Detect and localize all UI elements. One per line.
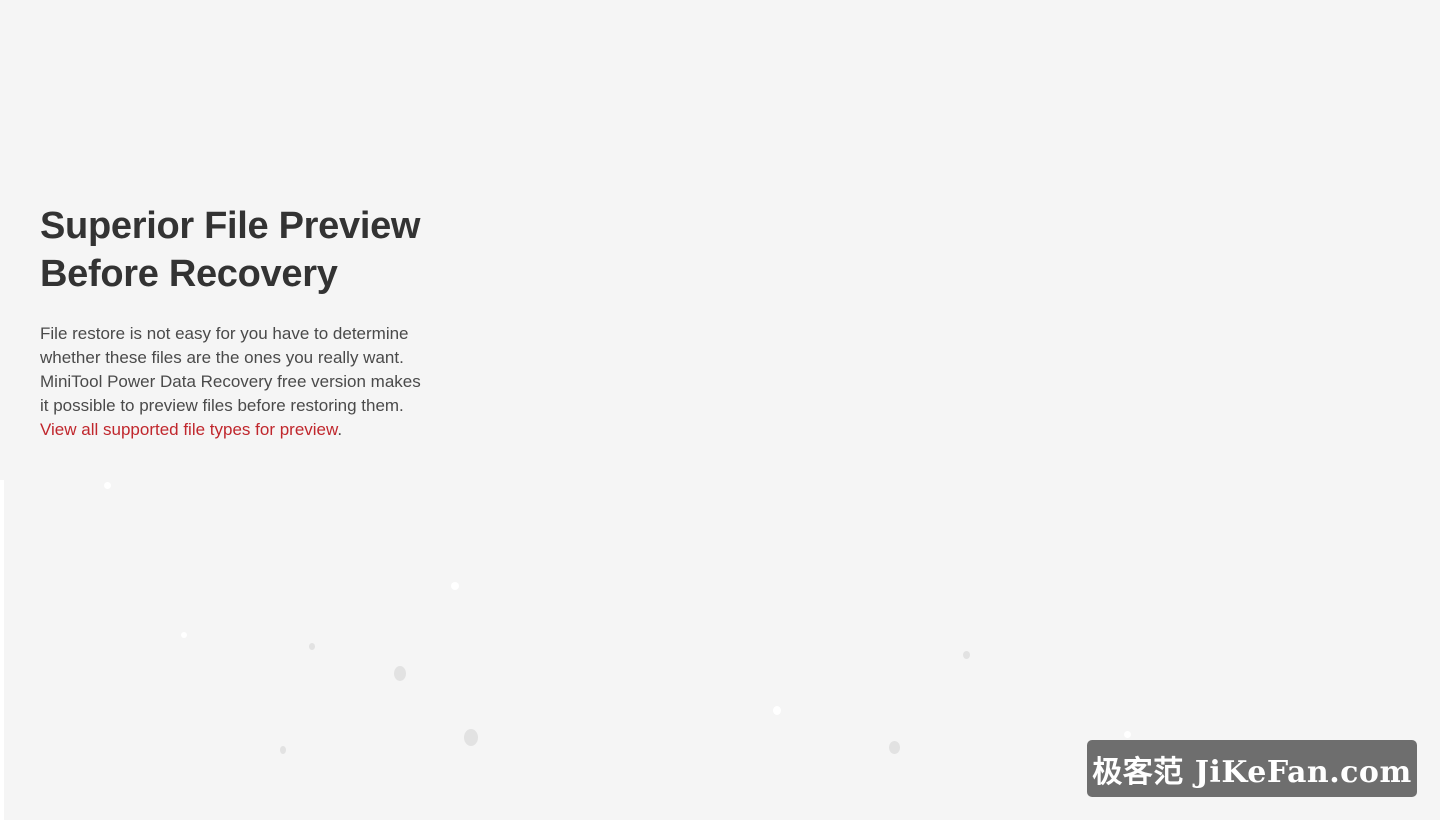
feature-section: Superior File Preview Before Recovery Fil… [40,202,440,442]
decorative-dot [963,651,970,659]
heading-line-2: Before Recovery [40,253,338,295]
decorative-dot [104,482,111,489]
decorative-dot [889,741,900,754]
description-trailing: . [337,420,343,439]
decorative-dot [451,582,459,590]
left-edge-strip [0,480,4,820]
watermark-text: 极客范 JiKeFan.com [1092,754,1412,790]
decorative-dot [280,746,286,754]
decorative-dot [394,666,406,681]
section-heading: Superior File Preview Before Recovery [40,202,440,298]
watermark-badge: 极客范 JiKeFan.com [1087,740,1417,797]
section-description: File restore is not easy for you have to… [40,322,432,442]
decorative-dot [309,643,315,650]
decorative-dot [464,729,478,746]
page: Superior File Preview Before Recovery Fil… [0,0,1440,820]
description-text: File restore is not easy for you have to… [40,324,421,415]
heading-line-1: Superior File Preview [40,205,421,247]
decorative-dot [181,632,187,638]
decorative-dot [773,706,781,715]
supported-file-types-link[interactable]: View all supported file types for previe… [40,420,337,439]
decorative-dot [1124,731,1131,738]
